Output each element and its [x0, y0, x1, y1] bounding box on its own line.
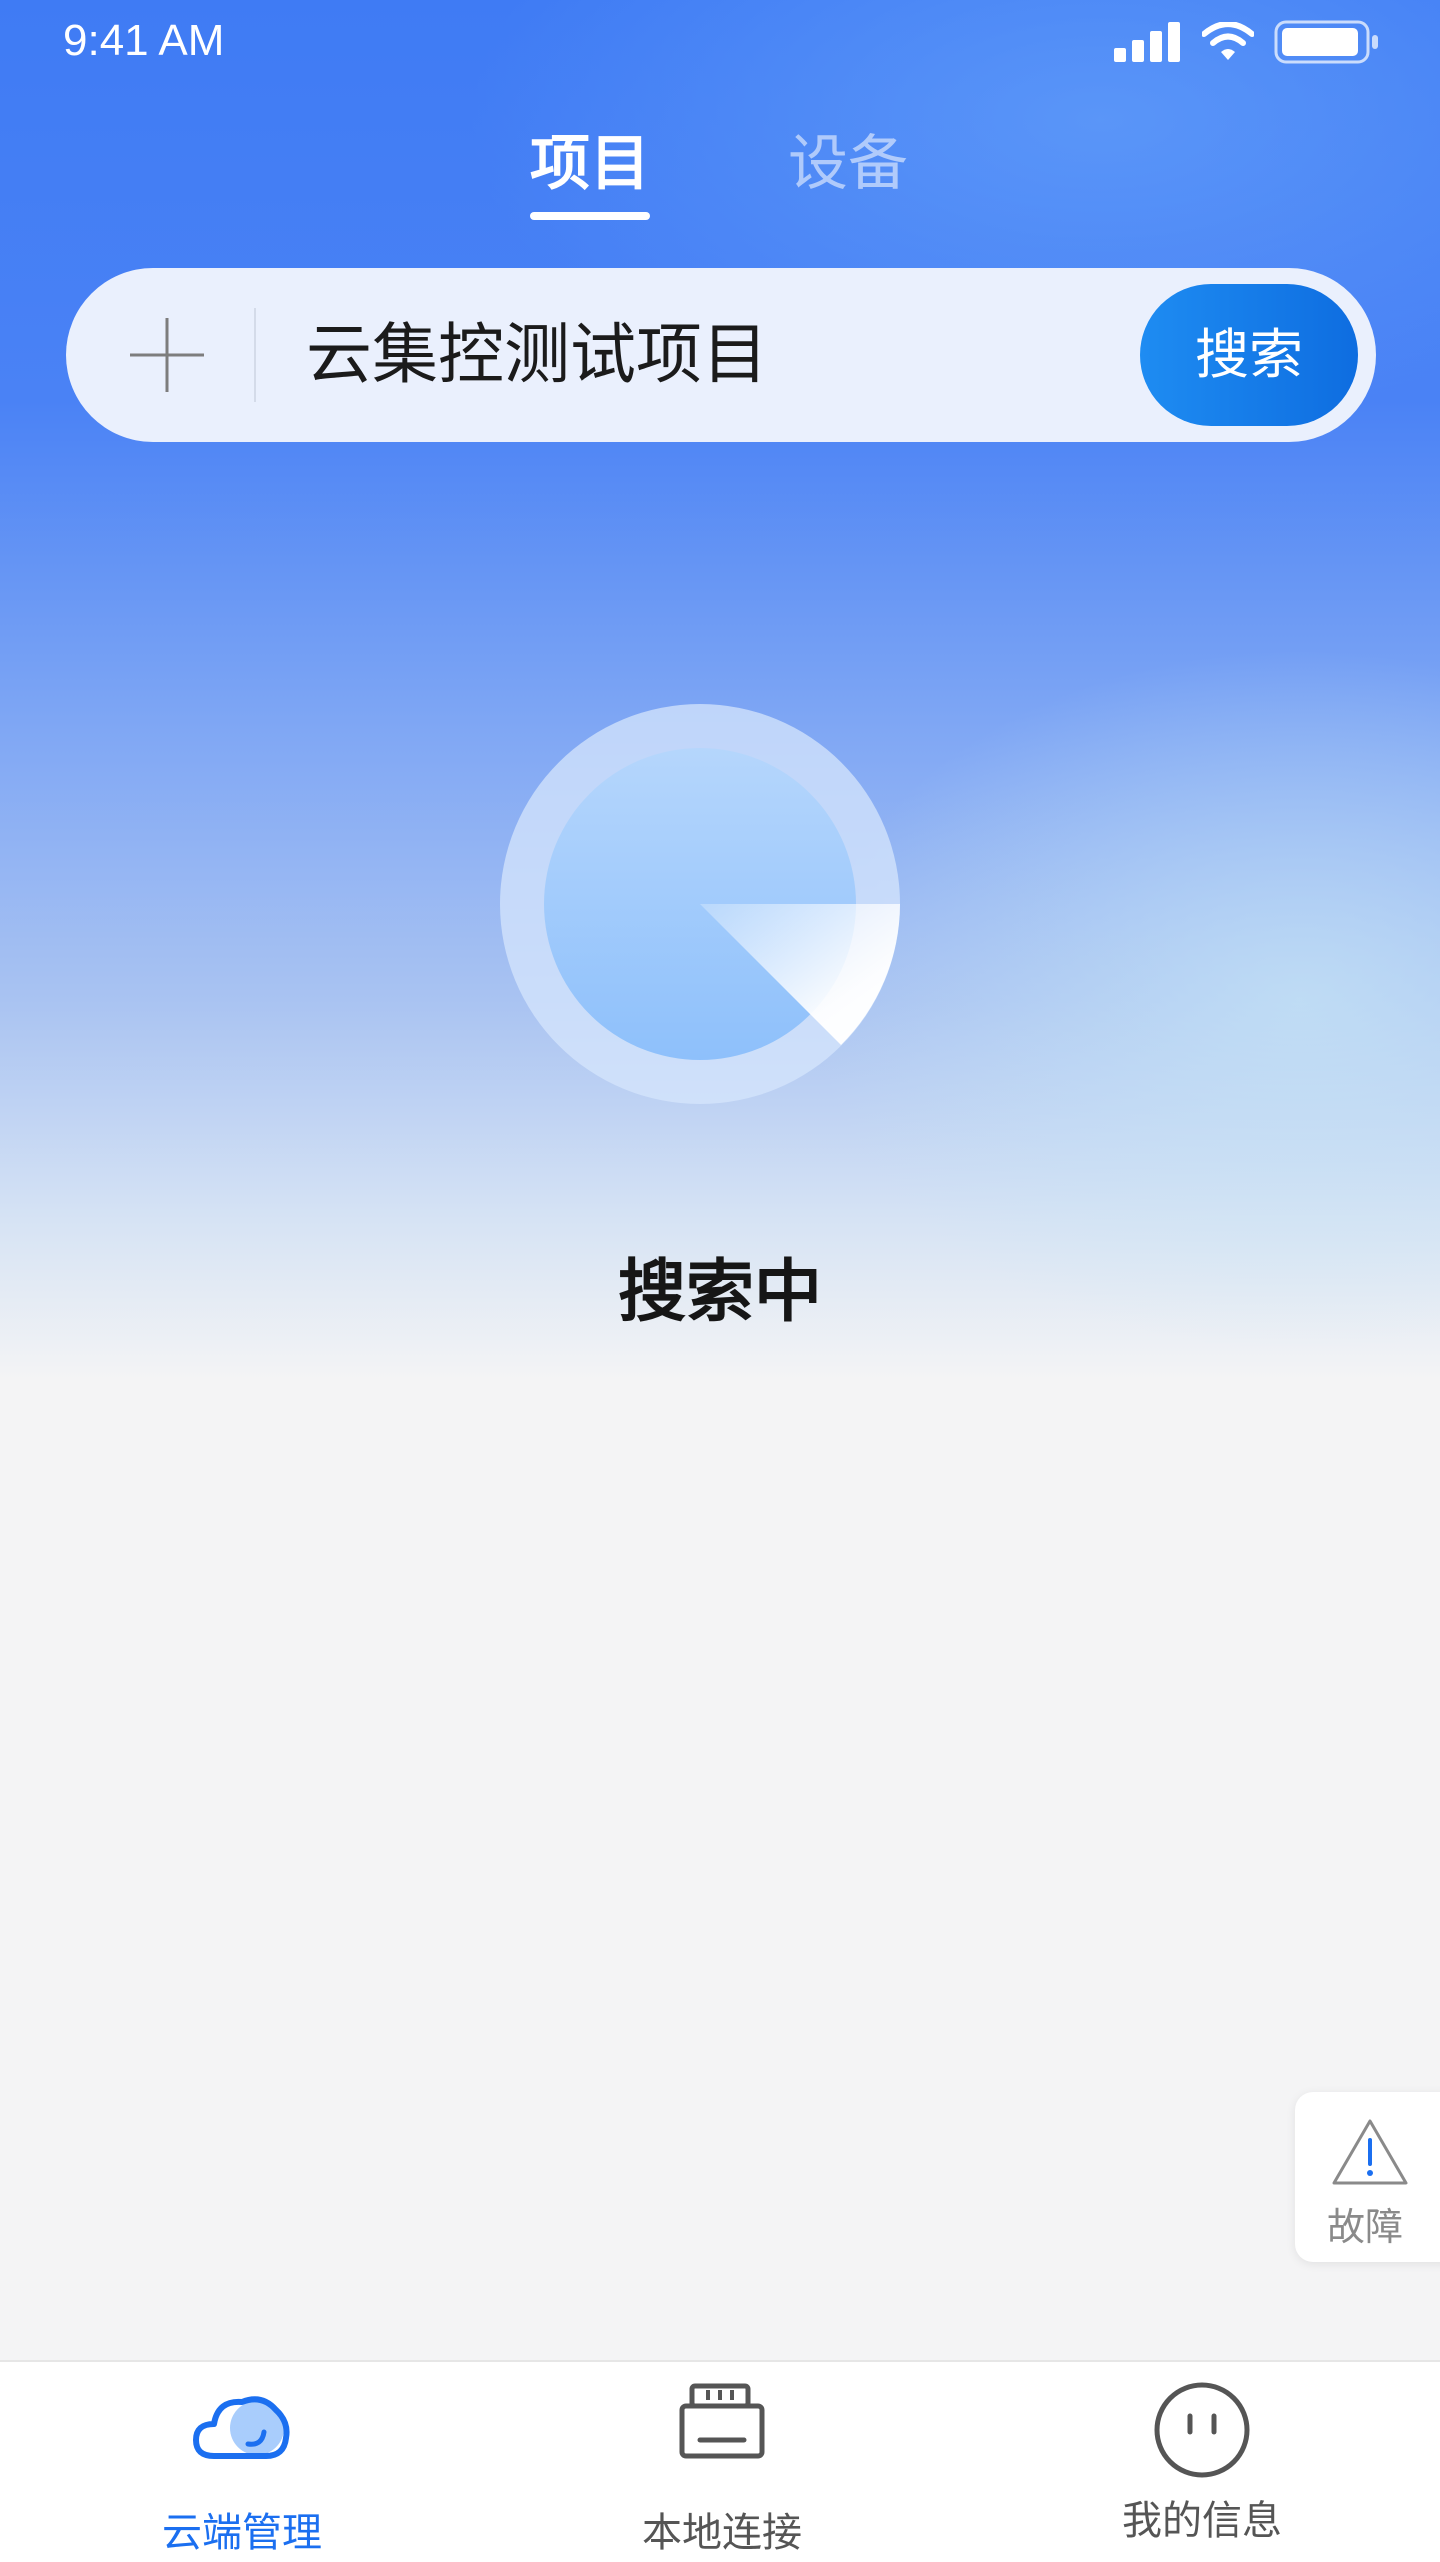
face-icon: [1154, 2382, 1250, 2478]
nav-local-connection-label: 本地连接: [642, 2510, 802, 2556]
search-divider: [254, 308, 256, 402]
bottom-nav: 云端管理 本地连接 我的信息: [0, 2360, 1440, 2562]
wifi-icon: [1202, 22, 1254, 60]
add-icon[interactable]: [128, 316, 206, 394]
radar-loading-icon: [500, 704, 900, 1104]
nav-cloud-management[interactable]: 云端管理: [92, 2362, 392, 2562]
search-bar: 云集控测试项目 搜索: [66, 268, 1376, 442]
tab-bar: 项目 设备: [0, 124, 1440, 234]
fault-label: 故障: [1326, 2205, 1403, 2249]
signal-icon: [1114, 22, 1180, 62]
cloud-icon: [193, 2396, 290, 2459]
loading-text: 搜索中: [617, 1253, 822, 1332]
router-icon: [679, 2383, 765, 2459]
tab-device[interactable]: 设备: [788, 124, 908, 204]
status-time: 9:41 AM: [63, 16, 225, 65]
search-input[interactable]: 云集控测试项目: [306, 268, 768, 442]
tab-active-indicator: [530, 212, 650, 220]
search-button[interactable]: 搜索: [1140, 284, 1358, 426]
tab-project[interactable]: 项目: [530, 124, 650, 204]
warning-icon: [1332, 2119, 1408, 2185]
fault-button[interactable]: 故障: [1295, 2092, 1440, 2262]
nav-my-info-label: 我的信息: [1122, 2498, 1282, 2544]
status-indicators: [1114, 18, 1380, 66]
nav-local-connection[interactable]: 本地连接: [572, 2362, 872, 2562]
nav-cloud-management-label: 云端管理: [162, 2510, 322, 2556]
nav-my-info[interactable]: 我的信息: [1052, 2362, 1352, 2562]
battery-icon: [1274, 20, 1378, 64]
